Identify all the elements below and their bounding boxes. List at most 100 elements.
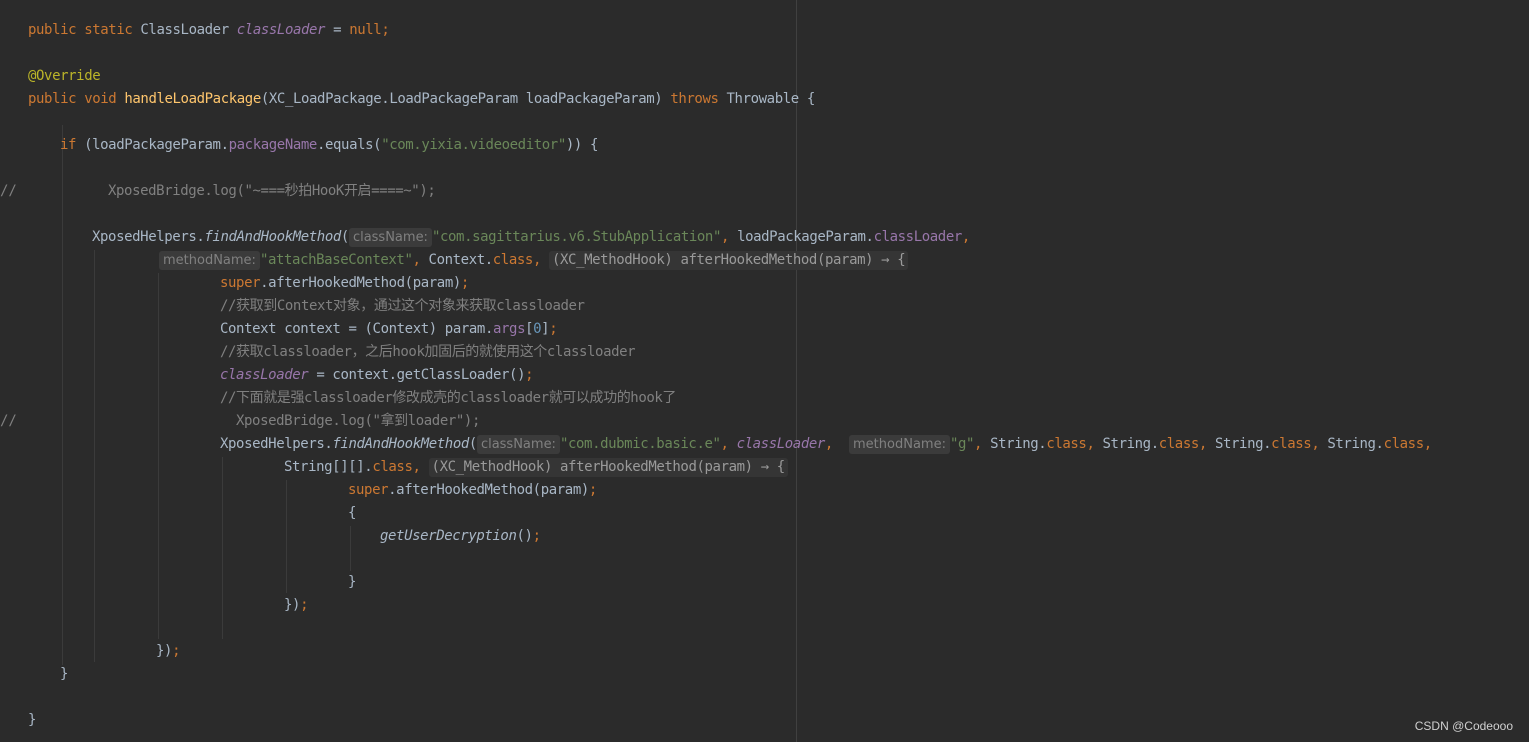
code-token: super <box>220 275 261 291</box>
code-token: Context. <box>428 252 494 268</box>
code-token: } <box>28 712 37 728</box>
code-token: Throwable { <box>726 91 816 107</box>
code-line[interactable]: //获取到Context对象，通过这个对象来获取classloader <box>220 295 585 318</box>
code-token: ; <box>525 367 534 383</box>
code-token: , <box>1198 436 1215 452</box>
parameter-hint: methodName: <box>159 251 260 270</box>
code-token: ] <box>541 321 550 337</box>
code-token: class <box>1271 436 1312 452</box>
code-token: , <box>1086 436 1103 452</box>
code-token: , <box>412 252 429 268</box>
code-token: "attachBaseContext" <box>259 252 413 268</box>
code-token: = context.getClassLoader() <box>308 367 526 383</box>
code-token: ; <box>300 597 309 613</box>
code-token: XposedBridge.log("~===秒拍HooK开启====~"); <box>108 183 436 199</box>
code-token: ; <box>588 482 597 498</box>
code-token: throws <box>670 91 727 107</box>
code-line[interactable]: super.afterHookedMethod(param); <box>220 272 469 295</box>
code-editor[interactable]: public static ClassLoader classLoader = … <box>0 0 1529 742</box>
code-token: } <box>60 666 69 682</box>
indent-guide <box>286 480 287 593</box>
code-line[interactable]: super.afterHookedMethod(param); <box>348 479 597 502</box>
code-token: handleLoadPackage <box>124 91 261 107</box>
code-token: class <box>372 459 413 475</box>
code-line[interactable]: } <box>60 663 68 686</box>
code-line[interactable]: Context context = (Context) param.args[0… <box>220 318 558 341</box>
code-token: ( <box>468 436 477 452</box>
code-token: @Override <box>28 68 101 84</box>
code-line[interactable]: XposedBridge.log("拿到loader"); <box>236 410 480 433</box>
code-token: , <box>1423 436 1432 452</box>
code-line[interactable]: } <box>348 571 356 594</box>
code-token: ; <box>381 22 390 38</box>
indent-guide <box>158 273 159 639</box>
code-line[interactable]: classLoader = context.getClassLoader(); <box>220 364 534 387</box>
code-line[interactable]: public void handleLoadPackage(XC_LoadPac… <box>28 88 815 111</box>
indent-guide <box>222 457 223 639</box>
code-token: , <box>961 229 970 245</box>
code-token: String. <box>990 436 1047 452</box>
code-token: //获取classloader，之后hook加固后的就使用这个classload… <box>220 344 636 360</box>
code-token: class <box>1158 436 1200 452</box>
code-line[interactable]: { <box>348 502 356 525</box>
code-line[interactable]: String[][].class, (XC_MethodHook) afterH… <box>284 456 788 479</box>
code-token: //获取到Context对象，通过这个对象来获取classloader <box>220 298 585 314</box>
code-token: .afterHookedMethod(param) <box>260 275 461 291</box>
code-token: "com.yixia.videoeditor" <box>381 137 566 153</box>
code-line[interactable]: if (loadPackageParam.packageName.equals(… <box>60 134 598 157</box>
code-token: super <box>348 482 389 498</box>
code-token: }) <box>156 643 173 659</box>
code-token: String[][]. <box>284 459 373 475</box>
code-token: class <box>492 252 534 268</box>
code-token: public static <box>28 22 141 38</box>
code-token: String. <box>1102 436 1160 452</box>
code-line[interactable]: //获取classloader，之后hook加固后的就使用这个classload… <box>220 341 636 364</box>
code-token: ; <box>460 275 469 291</box>
code-token: (XC_LoadPackage.LoadPackageParam loadPac… <box>260 91 671 107</box>
code-token: ; <box>172 643 181 659</box>
code-line[interactable]: getUserDecryption(); <box>380 525 541 548</box>
code-token: .afterHookedMethod(param) <box>388 482 589 498</box>
code-token: classLoader <box>236 22 326 38</box>
code-token: class <box>1046 436 1087 452</box>
code-token: ( <box>340 229 349 245</box>
code-token: , <box>412 459 429 475</box>
code-token: "com.sagittarius.v6.StubApplication" <box>431 229 721 245</box>
code-token: = <box>325 22 350 38</box>
code-token: .equals( <box>316 137 382 153</box>
code-line[interactable]: }); <box>156 640 180 663</box>
parameter-hint: className: <box>348 228 432 247</box>
code-line[interactable]: XposedBridge.log("~===秒拍HooK开启====~"); <box>108 180 436 203</box>
code-line[interactable]: XposedHelpers.findAndHookMethod(classNam… <box>220 433 1432 456</box>
code-token: , <box>721 229 738 245</box>
code-token: }) <box>284 597 301 613</box>
code-token: , <box>532 252 549 268</box>
code-line[interactable]: //下面就是强classloader修改成壳的classloader就可以成功的… <box>220 387 676 410</box>
code-line[interactable]: @Override <box>28 65 101 88</box>
code-line[interactable]: } <box>28 709 36 732</box>
code-token: classLoader <box>873 229 963 245</box>
code-token: String. <box>1327 436 1384 452</box>
code-line[interactable]: }); <box>284 594 308 617</box>
code-token: XposedHelpers. <box>92 229 205 245</box>
code-line[interactable]: public static ClassLoader classLoader = … <box>28 19 390 42</box>
code-line[interactable]: XposedHelpers.findAndHookMethod(classNam… <box>92 226 970 249</box>
code-token: "g" <box>949 436 975 452</box>
code-token: classLoader <box>736 436 826 452</box>
code-token: null <box>349 22 382 38</box>
parameter-hint: className: <box>476 435 560 454</box>
code-line[interactable]: methodName: "attachBaseContext", Context.… <box>159 249 909 272</box>
parameter-hint: methodName: <box>849 435 950 454</box>
code-token: , <box>720 436 737 452</box>
folded-lambda: (XC_MethodHook) afterHookedMethod(param)… <box>428 458 788 477</box>
code-token: getUserDecryption <box>380 528 517 544</box>
code-token: ; <box>532 528 541 544</box>
indent-guide <box>350 526 351 571</box>
code-token: )) { <box>565 137 599 153</box>
code-token: () <box>516 528 533 544</box>
code-token: [ <box>525 321 534 337</box>
gutter-comment-marker: // <box>0 183 17 199</box>
code-token: findAndHookMethod <box>332 436 469 452</box>
code-token: "com.dubmic.basic.e" <box>559 436 721 452</box>
code-token: public void <box>28 91 125 107</box>
